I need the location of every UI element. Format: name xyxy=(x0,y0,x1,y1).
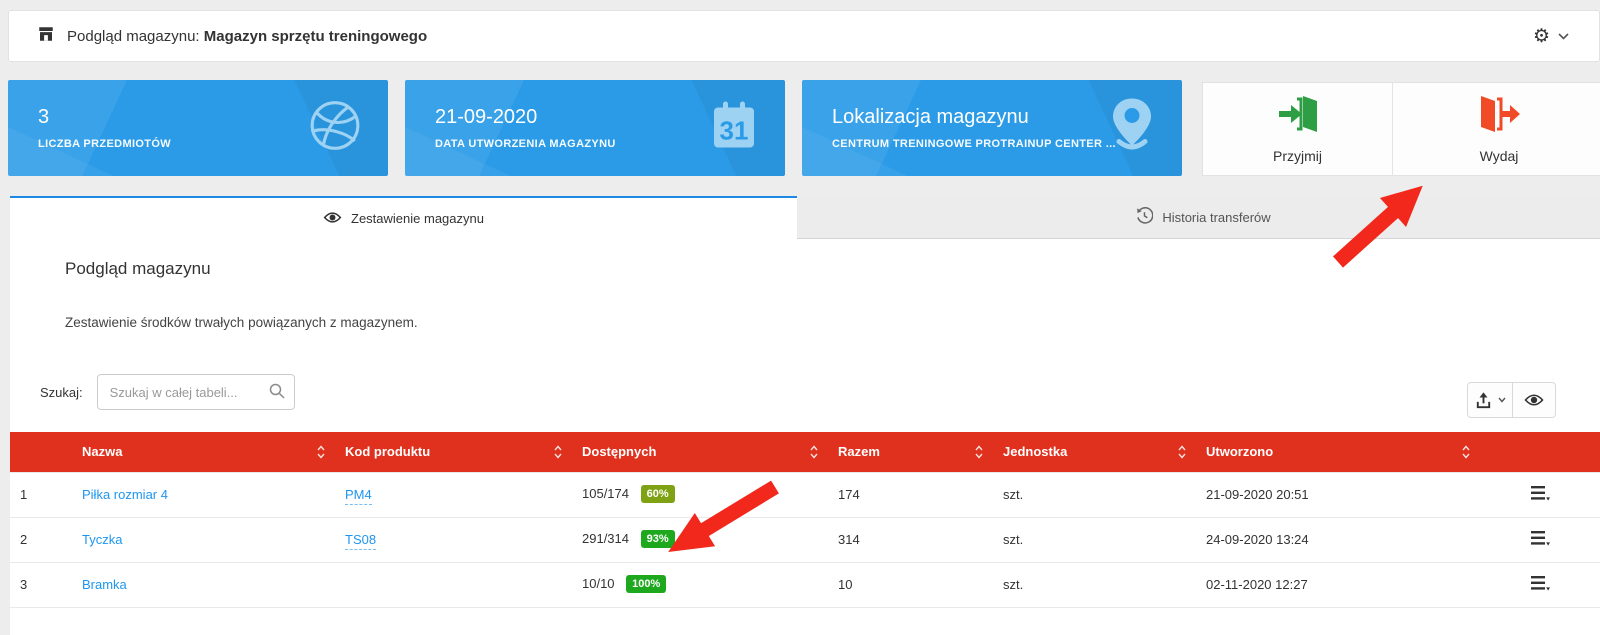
created-date: 21-09-2020 20:51 xyxy=(1196,472,1480,517)
stat-label: CENTRUM TRENINGOWE PROTRAINUP CENTER ... xyxy=(832,138,1116,150)
eye-icon xyxy=(323,211,342,227)
stat-card-created-date: 21-09-2020 DATA UTWORZENIA MAGAZYNU 31 xyxy=(405,80,785,176)
sort-icon xyxy=(975,445,983,459)
chevron-down-icon xyxy=(1498,397,1506,403)
page-title: Podgląd magazynu: Magazyn sprzętu trenin… xyxy=(67,28,427,45)
receive-button[interactable]: Przyjmij xyxy=(1203,83,1393,175)
basketball-icon xyxy=(308,99,362,158)
stat-card-item-count: 3 LICZBA PRZEDMIOTÓW xyxy=(8,80,388,176)
item-name-link[interactable]: Bramka xyxy=(82,577,127,592)
chevron-down-icon xyxy=(1558,33,1569,40)
map-pin-icon xyxy=(1108,97,1156,160)
table-row: 3 Bramka 10/10 100% 10 szt. 02-11-2020 1… xyxy=(10,562,1600,607)
door-exit-icon xyxy=(1478,94,1520,137)
column-header-actions xyxy=(1480,432,1600,472)
total-count: 174 xyxy=(828,472,993,517)
sort-icon xyxy=(1178,445,1186,459)
total-count: 314 xyxy=(828,517,993,562)
row-actions-menu[interactable] xyxy=(1531,576,1550,594)
issue-button[interactable]: Wydaj xyxy=(1393,83,1600,175)
sort-icon xyxy=(317,445,325,459)
warehouse-preview-page: Podgląd magazynu: Magazyn sprzętu trenin… xyxy=(0,0,1600,635)
sort-icon xyxy=(810,445,818,459)
table-row: 2 Tyczka TS08 291/314 93% 314 szt. 24-09… xyxy=(10,517,1600,562)
issue-button-label: Wydaj xyxy=(1480,148,1519,164)
sort-icon xyxy=(1462,445,1470,459)
page-header: Podgląd magazynu: Magazyn sprzętu trenin… xyxy=(8,10,1600,62)
table-row: 1 Piłka rozmiar 4 PM4 105/174 60% 174 sz… xyxy=(10,472,1600,517)
created-date: 02-11-2020 12:27 xyxy=(1196,562,1480,607)
row-actions-menu[interactable] xyxy=(1531,486,1550,504)
table-search: Szukaj: xyxy=(40,374,295,410)
menu-icon xyxy=(1531,576,1550,591)
row-index: 1 xyxy=(10,472,72,517)
section-title: Podgląd magazynu xyxy=(65,259,211,279)
search-input[interactable] xyxy=(97,374,295,410)
item-name-link[interactable]: Tyczka xyxy=(82,532,122,547)
export-icon xyxy=(1474,391,1493,410)
availability-badge: 100% xyxy=(626,575,666,593)
tab-warehouse-summary[interactable]: Zestawienie magazynu xyxy=(10,196,797,239)
tab-label: Zestawienie magazynu xyxy=(351,211,484,226)
stat-value: 21-09-2020 xyxy=(435,106,616,129)
menu-icon xyxy=(1531,531,1550,546)
export-button[interactable] xyxy=(1467,382,1513,418)
receive-button-label: Przyjmij xyxy=(1273,148,1322,164)
calendar-icon: 31 xyxy=(709,99,759,158)
sort-icon xyxy=(554,445,562,459)
store-icon xyxy=(37,25,55,48)
stat-card-location: Lokalizacja magazynu CENTRUM TRENINGOWE … xyxy=(802,80,1182,176)
column-header-unit[interactable]: Jednostka xyxy=(993,432,1196,472)
available-count: 105/174 xyxy=(582,486,629,501)
search-icon xyxy=(269,383,285,404)
warehouse-items-table: Nazwa Kod produktu Dostępnych xyxy=(10,432,1600,608)
column-header-created[interactable]: Utworzono xyxy=(1196,432,1480,472)
availability-badge: 93% xyxy=(641,530,675,548)
row-index: 3 xyxy=(10,562,72,607)
table-body: 1 Piłka rozmiar 4 PM4 105/174 60% 174 sz… xyxy=(10,472,1600,607)
item-name-link[interactable]: Piłka rozmiar 4 xyxy=(82,487,168,502)
history-icon xyxy=(1136,207,1153,227)
column-header-name[interactable]: Nazwa xyxy=(72,432,335,472)
item-code-link[interactable]: TS08 xyxy=(345,532,376,550)
transfer-actions-card: Przyjmij Wydaj xyxy=(1202,82,1600,176)
item-code-link[interactable]: PM4 xyxy=(345,487,372,505)
tab-transfer-history[interactable]: Historia transferów xyxy=(797,196,1600,239)
available-count: 10/10 xyxy=(582,576,615,591)
svg-text:31: 31 xyxy=(720,116,749,146)
eye-icon xyxy=(1524,393,1544,407)
stat-label: DATA UTWORZENIA MAGAZYNU xyxy=(435,138,616,150)
table-header-row: Nazwa Kod produktu Dostępnych xyxy=(10,432,1600,472)
settings-menu[interactable]: ⚙ xyxy=(1533,27,1569,46)
tab-label: Historia transferów xyxy=(1162,210,1270,225)
stat-label: LICZBA PRZEDMIOTÓW xyxy=(38,138,171,150)
column-header-index xyxy=(10,432,72,472)
available-count: 291/314 xyxy=(582,531,629,546)
section-description: Zestawienie środków trwałych powiązanych… xyxy=(65,315,418,330)
stat-value: Lokalizacja magazynu xyxy=(832,106,1116,129)
created-date: 24-09-2020 13:24 xyxy=(1196,517,1480,562)
menu-icon xyxy=(1531,486,1550,501)
row-index: 2 xyxy=(10,517,72,562)
availability-badge: 60% xyxy=(641,485,675,503)
total-count: 10 xyxy=(828,562,993,607)
row-actions-menu[interactable] xyxy=(1531,531,1550,549)
unit: szt. xyxy=(993,472,1196,517)
column-visibility-button[interactable] xyxy=(1513,382,1556,418)
column-header-total[interactable]: Razem xyxy=(828,432,993,472)
gear-icon: ⚙ xyxy=(1533,27,1550,46)
column-header-code[interactable]: Kod produktu xyxy=(335,432,572,472)
stat-value: 3 xyxy=(38,106,171,129)
unit: szt. xyxy=(993,517,1196,562)
unit: szt. xyxy=(993,562,1196,607)
column-header-available[interactable]: Dostępnych xyxy=(572,432,828,472)
table-toolbar xyxy=(1467,382,1556,418)
warehouse-summary-panel: Podgląd magazynu Zestawienie środków trw… xyxy=(10,239,1600,635)
search-label: Szukaj: xyxy=(40,385,83,400)
door-enter-icon xyxy=(1277,94,1319,137)
